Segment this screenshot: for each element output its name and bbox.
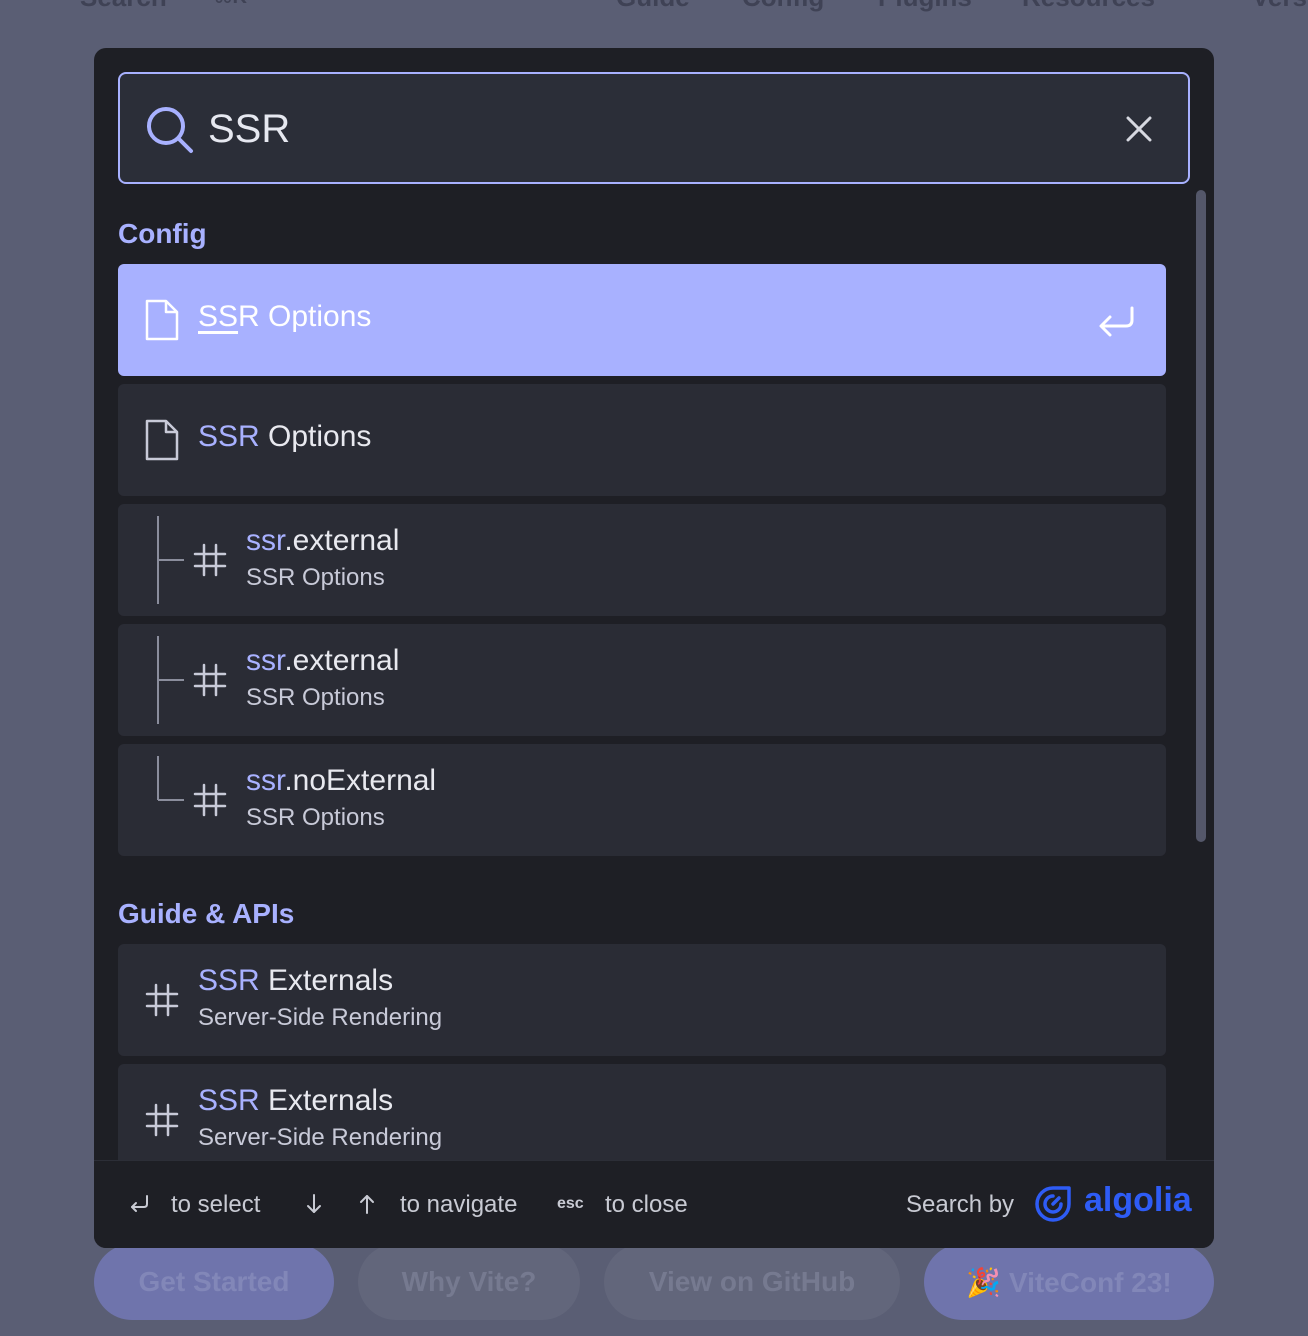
- result-title: ssr.noExternal: [246, 764, 436, 798]
- hash-icon: [145, 983, 179, 1017]
- viteconf-button: 🎉 ViteConf 23!: [924, 1244, 1214, 1320]
- result-path: Server-Side Rendering: [198, 1124, 443, 1151]
- result-path: Server-Side Rendering: [198, 1004, 443, 1031]
- search-input[interactable]: [208, 100, 1088, 158]
- bg-nav-resources: Resources: [1022, 0, 1155, 13]
- enter-key-icon: [131, 1195, 148, 1212]
- section-title-config: Config: [118, 218, 207, 249]
- hash-icon: [193, 543, 227, 577]
- result-item-selected[interactable]: SSR Options: [118, 264, 1166, 376]
- get-started-button: Get Started: [94, 1244, 334, 1320]
- view-on-github-button: View on GitHub: [604, 1244, 900, 1320]
- result-item[interactable]: SSR Externals Server-Side Rendering: [118, 1064, 1166, 1160]
- result-item[interactable]: SSR Externals Server-Side Rendering: [118, 944, 1166, 1056]
- bg-nav-search: Search: [80, 0, 167, 13]
- result-title-rest: .noExternal: [284, 764, 437, 797]
- hash-icon: [193, 783, 227, 817]
- bg-nav-version: Vers: [1252, 0, 1307, 13]
- tree-end-icon: [157, 756, 184, 801]
- background-hero-actions: Get Started Why Vite? View on GitHub 🎉 V…: [0, 1244, 1308, 1324]
- result-title: SSR Externals: [198, 1084, 393, 1118]
- result-item[interactable]: ssr.external SSR Options: [118, 504, 1166, 616]
- close-icon[interactable]: [1124, 114, 1154, 144]
- result-title-match: SSR: [198, 1084, 260, 1117]
- result-title-rest: Externals: [259, 964, 394, 997]
- arrow-down-icon: [307, 1194, 321, 1213]
- footer-navigate-label: to navigate: [400, 1191, 518, 1218]
- result-title: ssr.external: [246, 644, 399, 678]
- result-title-rest: .external: [284, 524, 400, 557]
- search-results: Config SSR Options SSR Options ssr.exter…: [94, 208, 1214, 1160]
- search-modal: Config SSR Options SSR Options: [94, 48, 1214, 1248]
- result-title-rest: R Options: [238, 300, 372, 333]
- result-path: SSR Options: [246, 564, 385, 591]
- footer-select-label: to select: [171, 1191, 261, 1218]
- footer-close-label: to close: [605, 1191, 688, 1218]
- enter-icon: [1099, 306, 1134, 337]
- bg-nav-config: Config: [742, 0, 824, 13]
- algolia-logo-icon[interactable]: [1034, 1185, 1072, 1223]
- result-title-rest: Options: [259, 420, 372, 453]
- page-icon: [145, 419, 179, 461]
- result-title-match: ssr: [246, 644, 285, 677]
- result-item[interactable]: SSR Options: [118, 384, 1166, 496]
- result-path: SSR Options: [246, 684, 385, 711]
- background-nav: Search ⌘K Guide Config Plugins Resources…: [0, 0, 1308, 16]
- search-icon: [147, 107, 193, 153]
- footer-search-by-label: Search by: [906, 1191, 1015, 1218]
- result-title-match: ssr: [246, 764, 285, 797]
- result-title-match: SSR: [198, 420, 260, 453]
- why-vite-button: Why Vite?: [358, 1244, 580, 1320]
- result-title: ssr.external: [246, 524, 399, 558]
- result-item[interactable]: ssr.external SSR Options: [118, 624, 1166, 736]
- esc-key-icon: esc: [557, 1195, 584, 1212]
- search-footer: to select to navigate esc to close Searc…: [94, 1160, 1214, 1248]
- hash-icon: [193, 663, 227, 697]
- result-title: SSR Options: [198, 300, 371, 334]
- section-title-guide: Guide & APIs: [118, 898, 295, 929]
- result-title: SSR Options: [198, 420, 371, 454]
- result-title-match: SS: [198, 300, 239, 333]
- search-form: [118, 72, 1190, 184]
- bg-nav-plugins: Plugins: [878, 0, 972, 13]
- algolia-brand[interactable]: algolia: [1084, 1181, 1192, 1220]
- tree-branch-icon: [157, 636, 184, 724]
- tree-branch-icon: [157, 516, 184, 604]
- bg-nav-shortcut: ⌘K: [214, 0, 247, 9]
- result-title-rest: Externals: [259, 1084, 394, 1117]
- page-icon: [145, 299, 179, 341]
- result-path: SSR Options: [246, 804, 385, 831]
- result-item[interactable]: ssr.noExternal SSR Options: [118, 744, 1166, 856]
- result-title: SSR Externals: [198, 964, 393, 998]
- result-title-match: ssr: [246, 524, 285, 557]
- bg-nav-guide: Guide: [616, 0, 690, 13]
- arrow-up-icon: [360, 1195, 374, 1214]
- result-title-rest: .external: [284, 644, 400, 677]
- hash-icon: [145, 1103, 179, 1137]
- result-title-match: SSR: [198, 964, 260, 997]
